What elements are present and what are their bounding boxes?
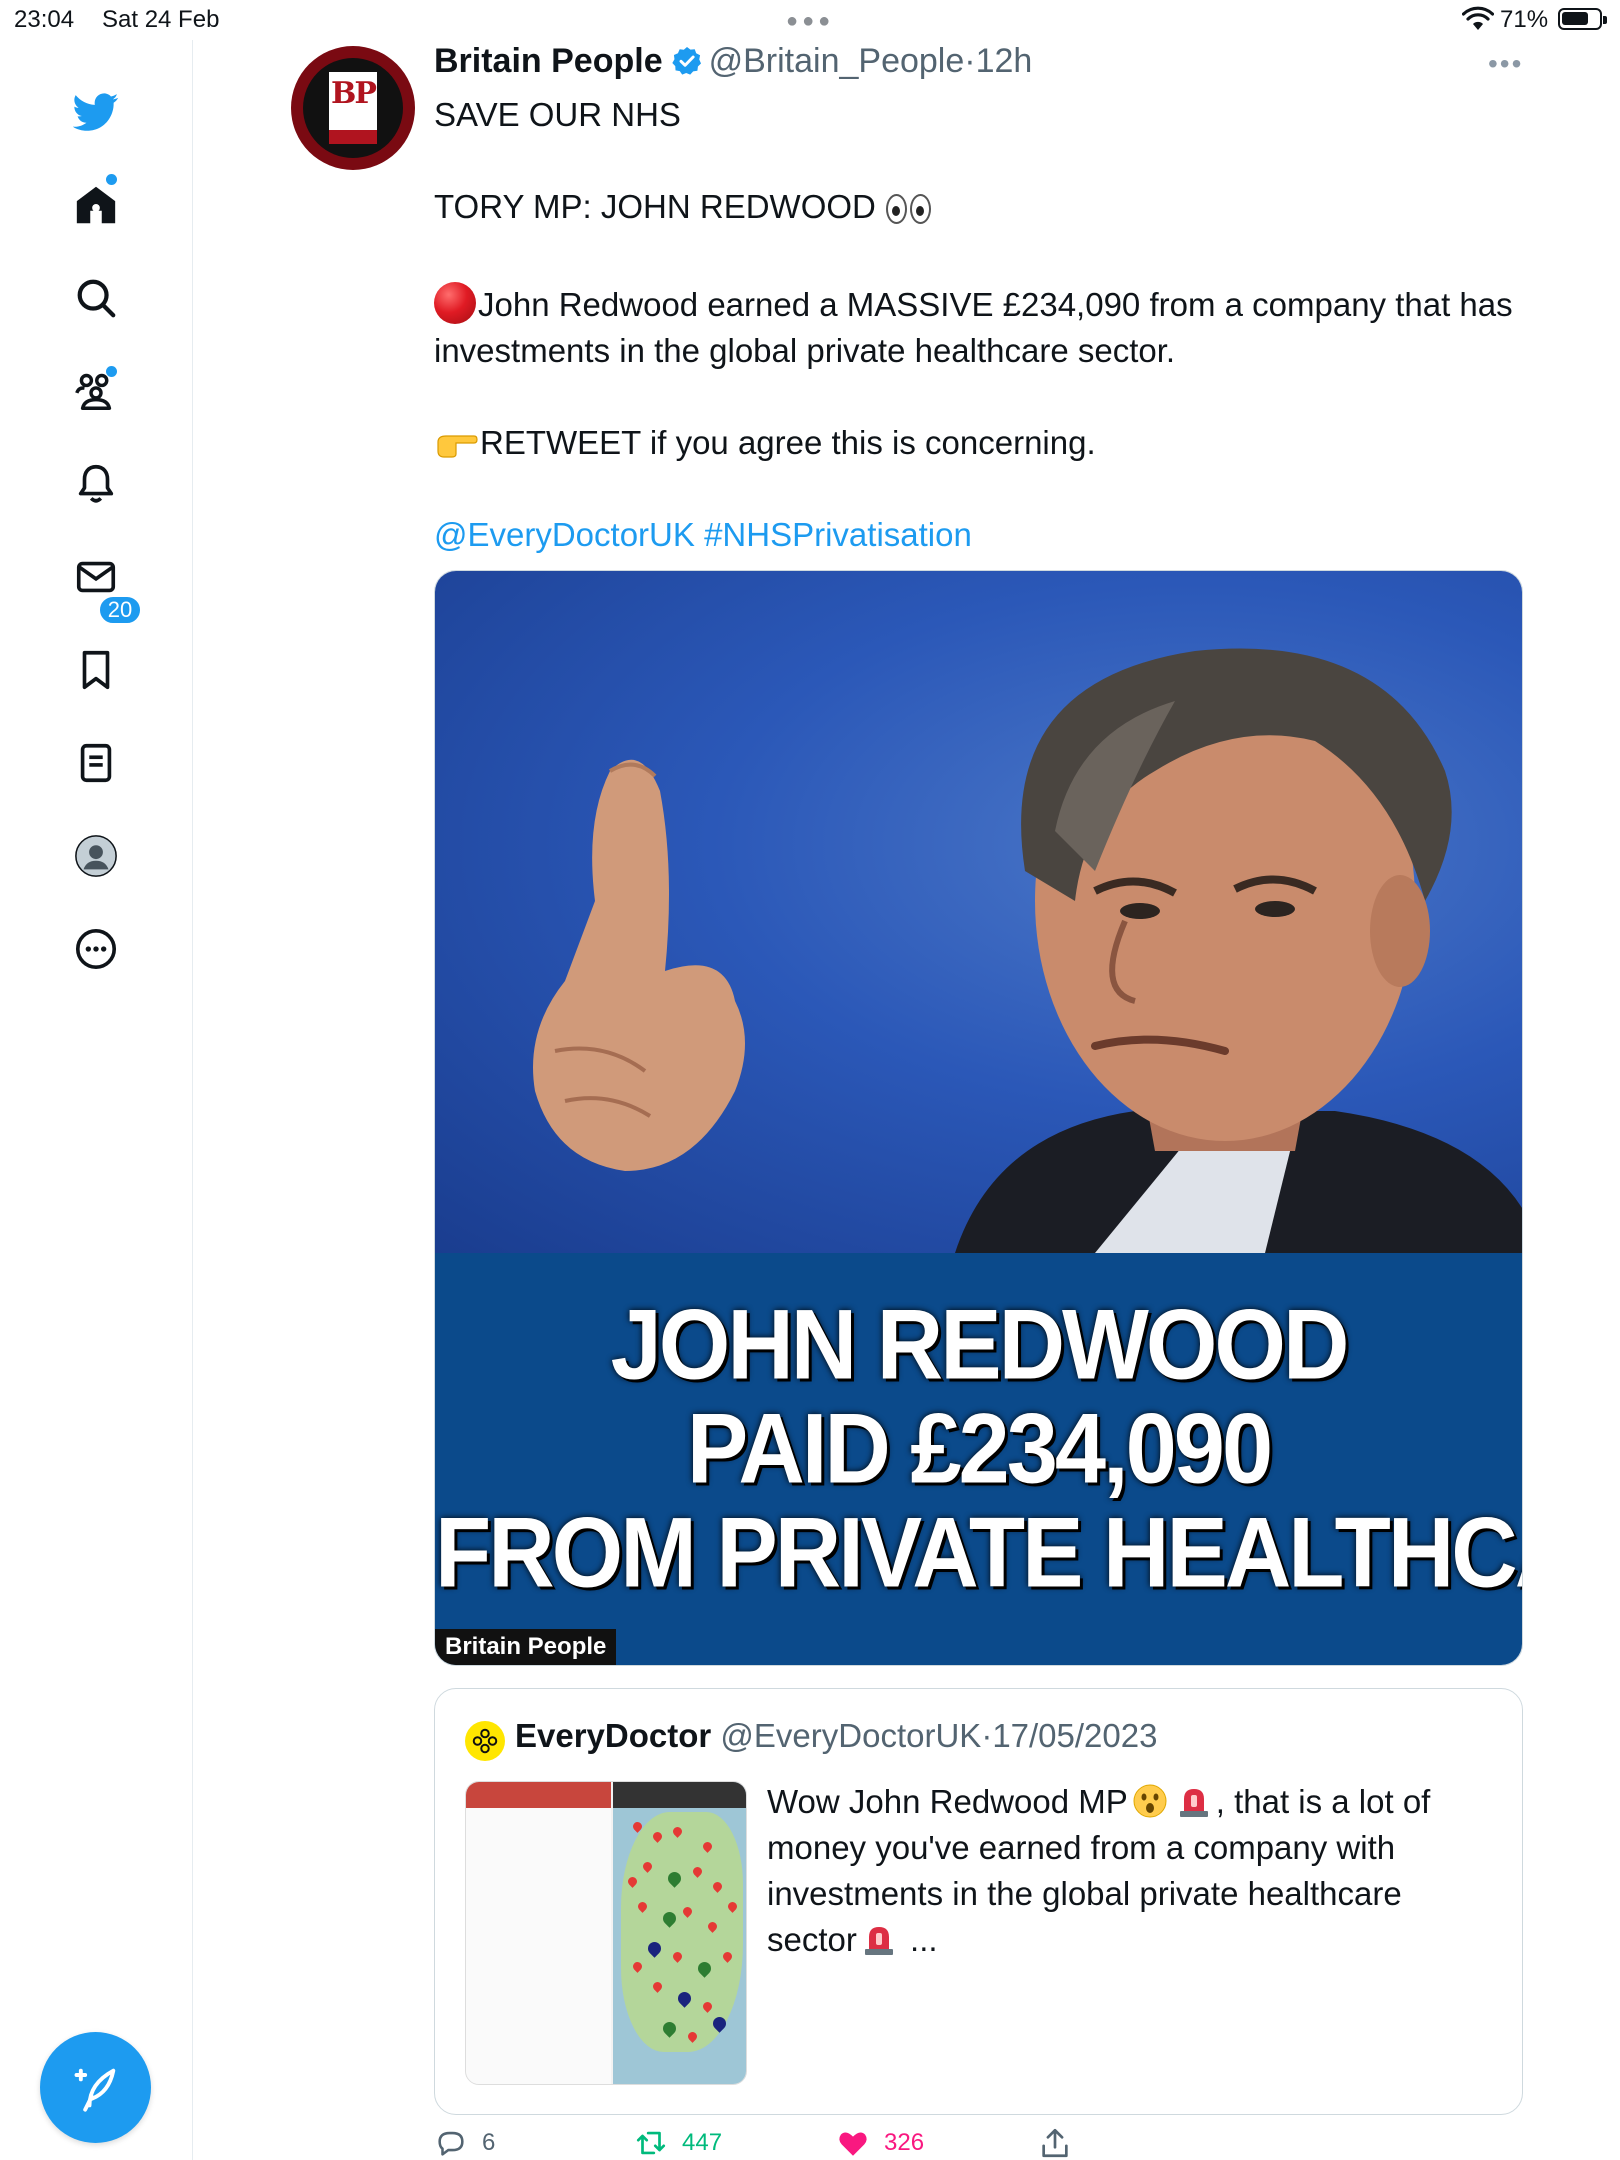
hashtag-link[interactable]: #NHSPrivatisation xyxy=(704,516,972,553)
bell-icon xyxy=(78,464,114,503)
mail-icon xyxy=(76,561,116,593)
quoted-tweet-card[interactable]: EveryDoctor @EveryDoctorUK·17/05/2023 Wo… xyxy=(434,1688,1523,2115)
portrait-illustration xyxy=(533,648,1522,1253)
profile-avatar-icon xyxy=(75,835,117,877)
mention-link[interactable]: @EveryDoctorUK xyxy=(434,516,695,553)
media-headline-line-2: PAID £234,090 xyxy=(686,1393,1273,1505)
sidebar-item-notifications[interactable] xyxy=(71,459,121,509)
battery-icon xyxy=(1558,8,1607,30)
quoted-text-part-1: Wow John Redwood MP xyxy=(767,1783,1128,1820)
retweet-icon xyxy=(636,2131,666,2155)
tweet-line-1: SAVE OUR NHS xyxy=(434,96,681,133)
heart-icon xyxy=(839,2132,867,2156)
reply-count: 6 xyxy=(482,2129,496,2156)
media-headline-line-3: FROM PRIVATE HEALTHCARE xyxy=(435,1497,1522,1609)
wifi-icon xyxy=(1462,6,1494,30)
pointing-hand-emoji-icon xyxy=(437,435,478,458)
multitasking-dots-icon[interactable]: ●●● xyxy=(786,10,834,33)
author-name[interactable]: Britain People xyxy=(434,42,663,80)
red-circle-emoji-icon xyxy=(434,282,476,324)
like-count: 326 xyxy=(884,2129,925,2156)
quoted-text-ellipsis: ... xyxy=(900,1921,938,1958)
battery-percent: 71% xyxy=(1500,6,1549,33)
share-button[interactable] xyxy=(1038,2126,1072,2160)
sidebar-item-profile[interactable] xyxy=(71,831,121,881)
compose-feather-icon xyxy=(74,2068,115,2112)
tweet-line-3: John Redwood earned a MASSIVE £234,090 f… xyxy=(434,286,1513,369)
quoted-tweet-date[interactable]: 17/05/2023 xyxy=(992,1717,1157,1754)
sidebar-item-bookmarks[interactable] xyxy=(71,645,121,695)
tweet-more-options-icon[interactable]: ••• xyxy=(1488,48,1523,80)
tweet-text: SAVE OUR NHS TORY MP: JOHN REDWOOD John … xyxy=(434,92,1524,604)
siren-emoji-icon-2 xyxy=(864,1927,893,1955)
twitter-bird-icon[interactable] xyxy=(71,87,121,137)
surprised-face-emoji-icon xyxy=(1133,1784,1167,1818)
sidebar-item-messages[interactable] xyxy=(71,552,121,602)
tweet-media-image[interactable]: JOHN REDWOOD PAID £234,090 FROM PRIVATE … xyxy=(434,570,1523,1666)
tweet-time[interactable]: 12h xyxy=(976,42,1033,80)
search-icon xyxy=(77,279,116,318)
bookmark-icon xyxy=(82,650,110,690)
quoted-tweet-text: Wow John Redwood MP, that is a lot of mo… xyxy=(767,1779,1487,1963)
thumbnail-map xyxy=(613,1782,746,2084)
share-icon xyxy=(1042,2128,1068,2158)
everydoctor-logo-icon xyxy=(465,1721,505,1761)
status-date: Sat 24 Feb xyxy=(102,6,220,33)
tweet-line-2: TORY MP: JOHN REDWOOD xyxy=(434,188,876,225)
tweet-actions-bar: 6 447 326 xyxy=(434,2124,1523,2160)
quoted-header-separator: · xyxy=(981,1717,993,1754)
eyes-emoji-icon xyxy=(885,190,934,236)
quoted-tweet-header: EveryDoctor @EveryDoctorUK·17/05/2023 xyxy=(515,1717,1157,1755)
thumbnail-info-panel xyxy=(466,1782,611,2084)
retweet-count: 447 xyxy=(682,2129,723,2156)
like-button[interactable]: 326 xyxy=(836,2126,924,2160)
quoted-author-handle[interactable]: @EveryDoctorUK xyxy=(720,1717,981,1754)
sidebar-item-home[interactable] xyxy=(71,180,121,230)
communities-unread-dot xyxy=(106,366,117,377)
sidebar-nav: 20 xyxy=(0,40,193,2160)
media-headline-line-1: JOHN REDWOOD xyxy=(610,1289,1350,1401)
quoted-media-thumbnail[interactable] xyxy=(465,1781,747,2085)
media-source-tag: Britain People xyxy=(435,1629,617,1665)
retweet-button[interactable]: 447 xyxy=(634,2126,722,2160)
sidebar-item-explore[interactable] xyxy=(71,273,121,323)
sidebar-item-more[interactable] xyxy=(71,924,121,974)
quoted-author-name[interactable]: EveryDoctor xyxy=(515,1717,711,1754)
siren-emoji-icon xyxy=(1179,1789,1208,1817)
compose-button[interactable] xyxy=(40,2032,151,2143)
more-circle-icon xyxy=(75,928,117,970)
media-photo xyxy=(435,571,1522,1253)
header-separator: · xyxy=(964,42,976,80)
reply-icon xyxy=(438,2131,464,2156)
media-headline-banner: JOHN REDWOOD PAID £234,090 FROM PRIVATE … xyxy=(435,1253,1522,1665)
verified-badge-icon xyxy=(671,47,701,75)
reply-button[interactable]: 6 xyxy=(434,2126,495,2160)
tweet-line-4: RETWEET if you agree this is concerning. xyxy=(480,424,1096,461)
sidebar-item-lists[interactable] xyxy=(71,738,121,788)
author-handle[interactable]: @Britain_People xyxy=(709,42,965,80)
home-unread-dot xyxy=(106,174,117,185)
status-bar: 23:04 Sat 24 Feb ●●● 71% xyxy=(0,0,1620,40)
list-icon xyxy=(80,743,112,783)
author-avatar[interactable]: BP xyxy=(291,46,415,170)
tweet-header: Britain People @Britain_People·12h xyxy=(434,42,1032,81)
home-icon xyxy=(76,186,116,224)
status-time: 23:04 xyxy=(14,6,75,33)
britain-people-logo: BP xyxy=(329,72,377,144)
